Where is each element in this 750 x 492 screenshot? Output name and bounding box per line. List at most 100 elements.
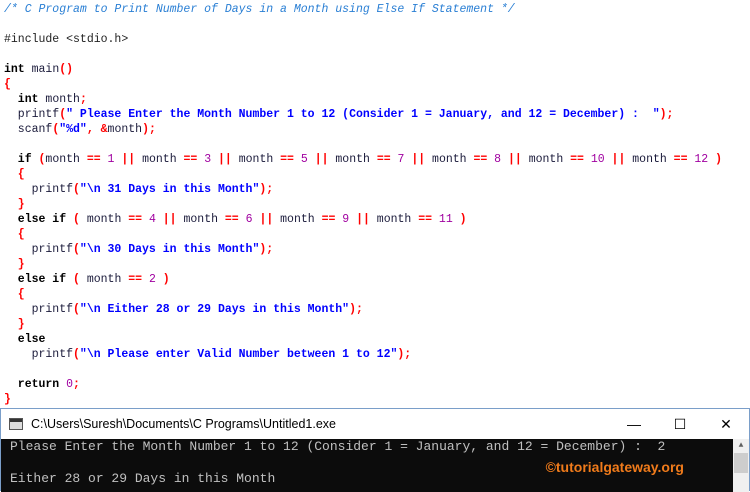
code-token: == <box>224 213 239 226</box>
code-token: } <box>4 393 11 406</box>
code-token: else if <box>4 273 67 286</box>
code-token: == <box>128 213 143 226</box>
code-line: printf("\n Please enter Valid Number bet… <box>4 347 722 362</box>
code-token: 4 <box>142 213 163 226</box>
code-token: == <box>570 153 584 166</box>
code-token: month <box>425 153 474 166</box>
code-token: month <box>328 153 377 166</box>
code-line: else if ( month == 4 || month == 6 || mo… <box>4 212 722 227</box>
scroll-thumb[interactable] <box>734 453 748 473</box>
code-token: ) <box>162 273 170 286</box>
code-line: int main() <box>4 62 722 77</box>
window-title: C:\Users\Suresh\Documents\C Programs\Unt… <box>31 417 336 431</box>
code-token: ; <box>73 378 80 391</box>
code-token: printf <box>4 108 60 121</box>
code-token: month <box>79 213 129 226</box>
code-token: || <box>356 213 370 226</box>
code-line: scanf("%d", &month); <box>4 122 722 137</box>
code-token: || <box>259 213 274 226</box>
code-token: printf <box>4 348 74 361</box>
code-token: } <box>4 318 25 331</box>
code-token: else if <box>4 213 67 226</box>
maximize-button[interactable]: ☐ <box>657 409 703 439</box>
code-token: " Please Enter the Month Number 1 to 12 … <box>66 108 660 121</box>
code-token: { <box>4 228 25 241</box>
console-window: C:\Users\Suresh\Documents\C Programs\Unt… <box>0 408 750 492</box>
code-token: #include <stdio.h> <box>4 33 129 46</box>
console-output: Please Enter the Month Number 1 to 12 (C… <box>1 439 734 492</box>
code-token: month <box>79 273 129 286</box>
code-line: printf("\n 31 Days in this Month"); <box>4 182 722 197</box>
code-token: month <box>369 213 419 226</box>
code-line: #include <stdio.h> <box>4 32 722 47</box>
code-token: /* C Program to Print Number of Days in … <box>4 3 515 16</box>
code-token: ( <box>66 273 80 286</box>
code-line: printf(" Please Enter the Month Number 1… <box>4 107 722 122</box>
code-token: 5 <box>293 153 315 166</box>
code-token: if <box>4 153 32 166</box>
code-token: ); <box>142 123 156 136</box>
code-token: month <box>135 153 184 166</box>
minimize-button[interactable]: — <box>611 409 657 439</box>
code-token: == <box>473 153 488 166</box>
code-token: 11 <box>432 213 460 226</box>
code-token: printf <box>4 303 74 316</box>
code-line: { <box>4 227 722 242</box>
code-token: int <box>4 93 39 106</box>
code-token: == <box>418 213 433 226</box>
code-line: if (month == 1 || month == 3 || month ==… <box>4 152 722 167</box>
code-token: == <box>376 153 391 166</box>
code-token: month <box>521 153 571 166</box>
code-line: return 0; <box>4 377 722 392</box>
console-titlebar[interactable]: C:\Users\Suresh\Documents\C Programs\Unt… <box>1 409 749 439</box>
code-token: ( <box>31 153 46 166</box>
code-token: else <box>4 333 46 346</box>
code-token: ) <box>715 153 722 166</box>
code-line: printf("\n 30 Days in this Month"); <box>4 242 722 257</box>
code-token: ); <box>259 243 274 256</box>
watermark: ©tutorialgateway.org <box>545 459 684 475</box>
code-token: return <box>4 378 60 391</box>
code-token: printf <box>4 183 74 196</box>
code-token: == <box>128 273 143 286</box>
code-line: { <box>4 167 722 182</box>
code-token: ( <box>73 348 80 361</box>
code-token: == <box>280 153 294 166</box>
code-token: ( <box>73 303 80 316</box>
code-editor[interactable]: /* C Program to Print Number of Days in … <box>4 2 722 407</box>
code-token: || <box>314 153 329 166</box>
code-token: || <box>218 153 232 166</box>
code-line: } <box>4 257 722 272</box>
code-token: || <box>162 213 177 226</box>
vertical-scrollbar[interactable]: ▲ <box>733 439 749 492</box>
code-token: } <box>4 198 25 211</box>
code-token: == <box>321 213 336 226</box>
code-token: printf <box>4 243 74 256</box>
scroll-up-icon[interactable]: ▲ <box>733 439 749 453</box>
code-line: { <box>4 287 722 302</box>
code-line: printf("\n Either 28 or 29 Days in this … <box>4 302 722 317</box>
code-token: main <box>24 63 60 76</box>
code-token: month <box>176 213 225 226</box>
code-line: } <box>4 392 722 407</box>
code-token: month <box>38 93 80 106</box>
code-token: 3 <box>197 153 219 166</box>
code-token: || <box>121 153 136 166</box>
code-token: ; <box>79 93 87 106</box>
close-button[interactable]: ✕ <box>703 409 749 439</box>
code-token: == <box>86 153 101 166</box>
code-token: ); <box>397 348 412 361</box>
code-token: ) <box>459 213 467 226</box>
code-token: () <box>59 63 74 76</box>
code-line: else if ( month == 2 ) <box>4 272 722 287</box>
code-line: else <box>4 332 722 347</box>
code-token: ); <box>659 108 674 121</box>
code-token: month <box>273 213 322 226</box>
code-token: month <box>107 123 143 136</box>
code-token: 6 <box>238 213 260 226</box>
code-token: "%d" <box>59 123 87 136</box>
code-token: "\n Please enter Valid Number between 1 … <box>79 348 398 361</box>
